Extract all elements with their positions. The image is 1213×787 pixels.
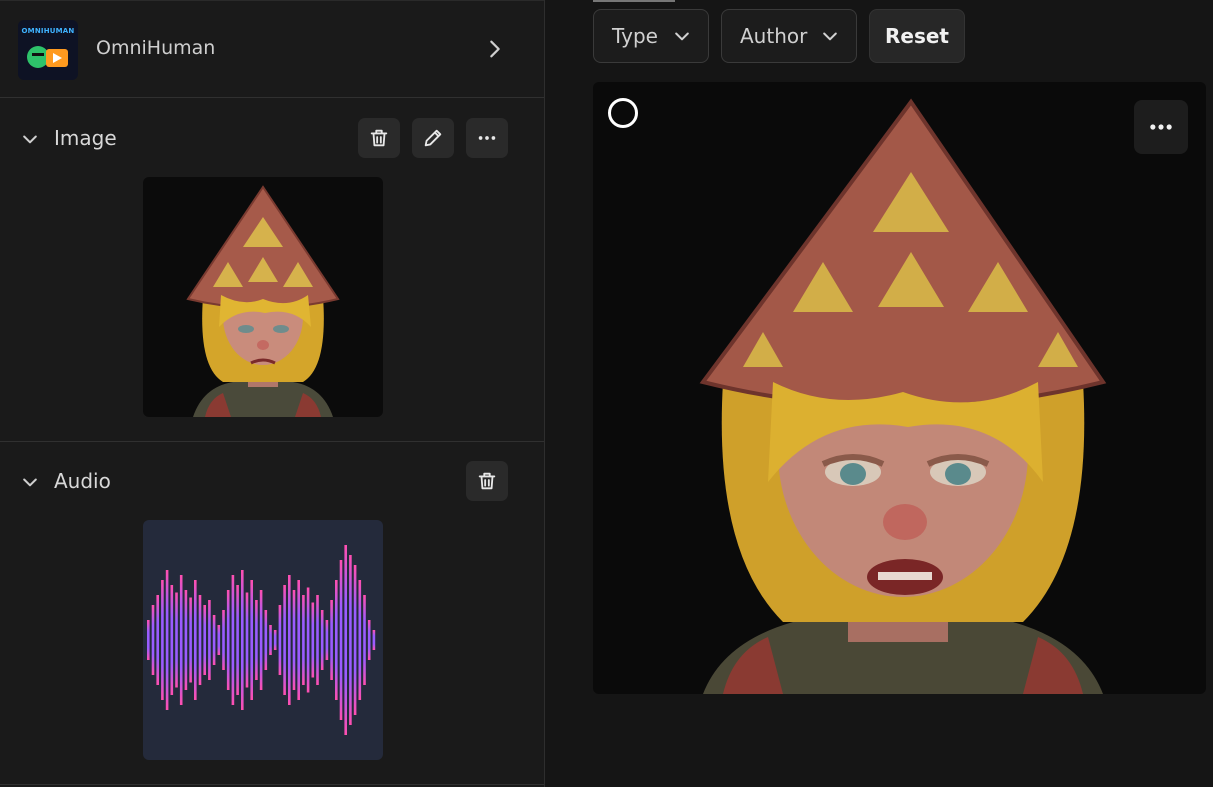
waveform-bar (269, 625, 272, 655)
more-horizontal-icon (1150, 124, 1172, 130)
reset-button[interactable]: Reset (869, 9, 965, 63)
select-checkbox[interactable] (608, 98, 638, 128)
generated-preview-card[interactable] (593, 82, 1206, 694)
waveform-bar (372, 630, 376, 650)
waveform-bar (306, 587, 310, 693)
waveform-bar (255, 600, 258, 680)
trash-icon (370, 129, 388, 147)
image-more-button[interactable] (466, 118, 508, 158)
waveform-bar (250, 580, 253, 700)
chevron-right-icon[interactable] (484, 38, 506, 60)
waveform-bar (217, 625, 221, 655)
waveform-bar (175, 592, 178, 688)
waveform-bar (198, 595, 202, 685)
author-filter-label: Author (740, 24, 808, 48)
waveform-bar (212, 615, 216, 665)
waveform-bar (179, 575, 183, 705)
waveform-bar (316, 595, 319, 685)
waveform-bar (156, 595, 159, 685)
chevron-down-icon (675, 32, 689, 41)
waveform-bar (325, 620, 329, 660)
waveform-bar (259, 590, 263, 690)
waveform-bar (161, 580, 164, 700)
model-name: OmniHuman (96, 37, 216, 59)
image-thumbnail[interactable] (143, 177, 383, 417)
type-filter-label: Type (612, 24, 658, 48)
waveform-bar (367, 620, 371, 660)
right-panel: Type Author Reset (545, 0, 1213, 787)
image-edit-button[interactable] (412, 118, 454, 158)
waveform-bar (151, 605, 155, 675)
waveform-bar (194, 580, 197, 700)
image-section-title: Image (54, 126, 117, 150)
waveform-bar (292, 590, 296, 690)
waveform-bar (302, 595, 305, 685)
waveform-bar (165, 570, 169, 710)
model-thumbnail: OMNIHUMAN (18, 20, 78, 80)
waveform-bar (231, 575, 235, 705)
character-portrait-small (186, 185, 340, 417)
waveform-bar (358, 580, 362, 700)
image-section-header[interactable]: Image (0, 118, 544, 158)
pencil-icon (424, 129, 442, 147)
waveform-bar (288, 575, 291, 705)
waveform-bar (363, 595, 366, 685)
preview-more-button[interactable] (1134, 100, 1188, 154)
model-logo-art (27, 46, 68, 68)
waveform-bar (344, 545, 347, 735)
waveform-bar (222, 610, 225, 670)
type-filter-dropdown[interactable]: Type (593, 9, 709, 63)
tab-indicator (593, 0, 675, 2)
chevron-down-icon[interactable] (20, 472, 40, 492)
waveform-icon (147, 545, 376, 735)
waveform-bar (330, 600, 333, 680)
audio-section-title: Audio (54, 469, 111, 493)
more-horizontal-icon (478, 136, 496, 140)
author-filter-dropdown[interactable]: Author (721, 9, 857, 63)
trash-icon (478, 472, 496, 490)
section-divider (0, 784, 544, 785)
audio-thumbnail[interactable] (143, 520, 383, 760)
chevron-down-icon (823, 32, 837, 41)
audio-section-header[interactable]: Audio (0, 461, 544, 501)
waveform-bar (339, 560, 343, 720)
waveform-bar (203, 605, 206, 675)
waveform-bar (283, 585, 286, 695)
waveform-bar (297, 580, 300, 700)
waveform-bar (264, 610, 268, 670)
waveform-bar (241, 570, 244, 710)
image-delete-button[interactable] (358, 118, 400, 158)
waveform-bar (278, 605, 282, 675)
character-portrait-large (699, 98, 1107, 694)
section-divider (0, 441, 544, 442)
waveform-bar (349, 555, 352, 725)
chevron-down-icon[interactable] (20, 129, 40, 149)
model-selector[interactable]: OMNIHUMAN OmniHuman (0, 0, 544, 98)
audio-delete-button[interactable] (466, 461, 508, 501)
waveform-bar (189, 597, 192, 683)
waveform-bar (184, 590, 188, 690)
waveform-bar (320, 610, 324, 670)
waveform-bar (311, 602, 315, 678)
waveform-bar (226, 590, 230, 690)
waveform-bar (170, 585, 174, 695)
waveform-bar (147, 620, 150, 660)
left-panel: OMNIHUMAN OmniHuman Image Audio (0, 0, 545, 787)
waveform-bar (353, 565, 357, 715)
waveform-bar (273, 630, 277, 650)
waveform-bar (208, 600, 211, 680)
waveform-bar (335, 580, 338, 700)
waveform-bar (245, 592, 249, 688)
waveform-bar (236, 585, 239, 695)
